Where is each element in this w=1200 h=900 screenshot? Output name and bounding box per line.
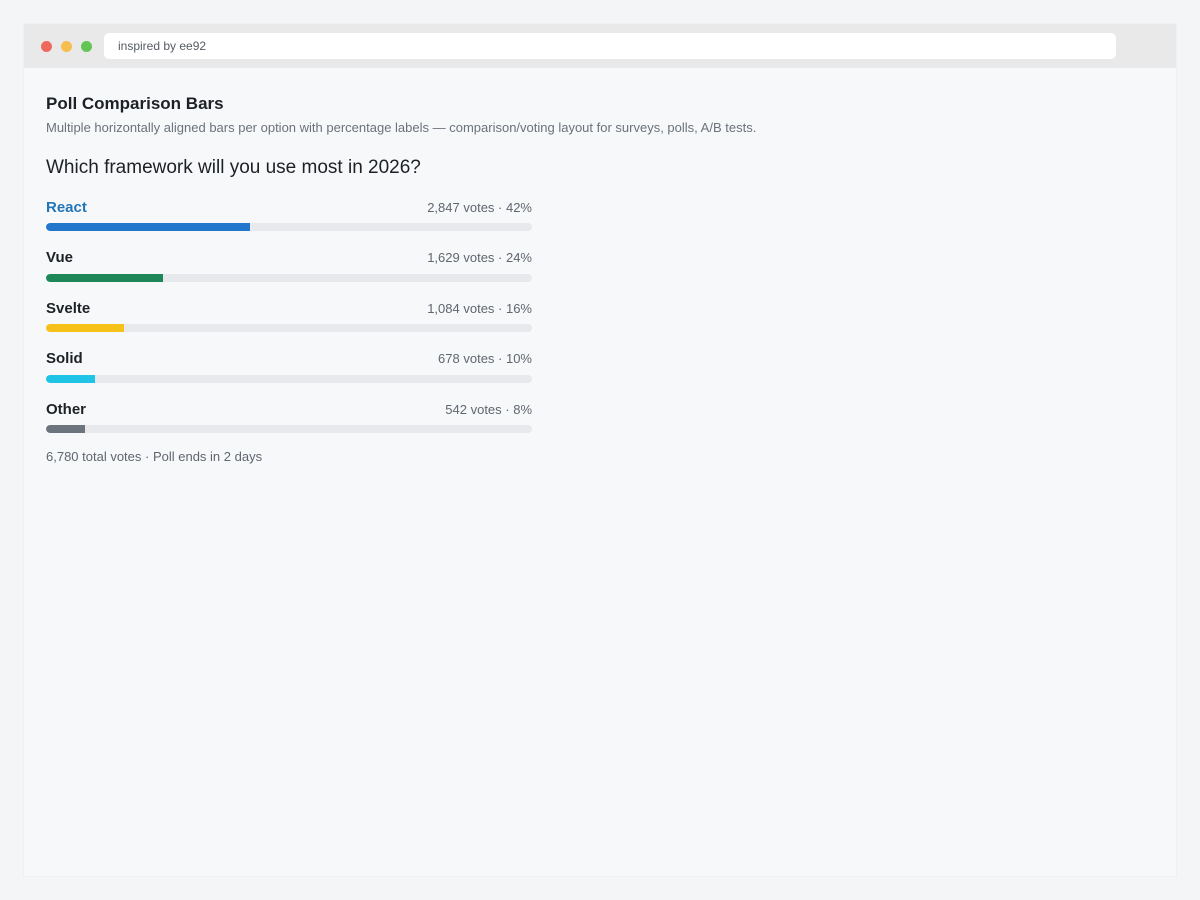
option-bar-track: [46, 425, 532, 433]
poll-footer: 6,780 total votes · Poll ends in 2 days: [46, 448, 263, 464]
option-bar-fill: [46, 425, 85, 433]
option-label[interactable]: React: [46, 199, 87, 216]
option-stats: 2,847 votes · 42%: [427, 199, 532, 215]
option-stats: 1,629 votes · 24%: [427, 250, 532, 265]
window-controls: [41, 40, 92, 52]
address-bar[interactable]: inspired by ee92: [104, 33, 1116, 59]
poll-option-vue[interactable]: Vue 1,629 votes · 24%: [46, 245, 532, 296]
poll-option-react[interactable]: React 2,847 votes · 42%: [46, 194, 532, 245]
maximize-button[interactable]: [81, 40, 92, 52]
option-label[interactable]: Vue: [46, 249, 73, 266]
option-label[interactable]: Svelte: [46, 300, 90, 317]
option-bar-fill: [46, 273, 163, 282]
option-bar-fill: [46, 223, 251, 231]
minimize-button[interactable]: [61, 40, 72, 52]
option-label[interactable]: Solid: [46, 350, 83, 367]
option-label[interactable]: Other: [46, 401, 86, 418]
option-stats: 678 votes · 10%: [438, 351, 532, 366]
option-bar-track: [46, 324, 532, 332]
poll-options: React 2,847 votes · 42% Vue 1,629 votes …: [46, 194, 532, 447]
close-button[interactable]: [41, 40, 52, 52]
poll-option-solid[interactable]: Solid 678 votes · 10%: [46, 346, 532, 397]
option-bar-fill: [46, 374, 95, 383]
address-text: inspired by ee92: [118, 39, 207, 53]
option-bar-fill: [46, 324, 124, 332]
option-stats: 542 votes · 8%: [445, 401, 532, 417]
option-bar-track: [46, 374, 532, 383]
option-stats: 1,084 votes · 16%: [427, 300, 532, 316]
page-title: Poll Comparison Bars: [46, 94, 224, 113]
page-subtitle: Multiple horizontally aligned bars per o…: [46, 120, 757, 135]
title-bar: inspired by ee92: [24, 24, 1176, 68]
option-bar-track: [46, 223, 532, 231]
option-bar-track: [46, 273, 532, 282]
poll-option-svelte[interactable]: Svelte 1,084 votes · 16%: [46, 295, 532, 346]
browser-window: inspired by ee92 Poll Comparison Bars Mu…: [24, 24, 1176, 876]
page-content: Poll Comparison Bars Multiple horizontal…: [24, 68, 1176, 464]
poll-question: Which framework will you use most in 202…: [46, 157, 421, 178]
poll-option-other[interactable]: Other 542 votes · 8%: [46, 396, 532, 447]
